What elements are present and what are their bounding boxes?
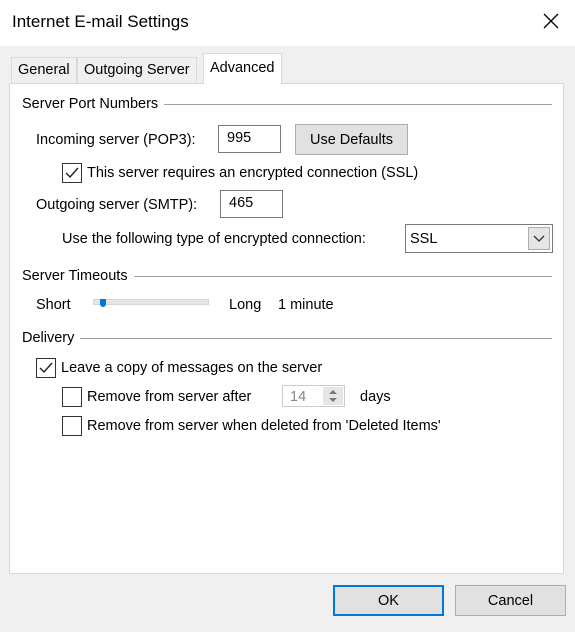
remove-deleted-label: Remove from server when deleted from 'De… (87, 418, 441, 434)
stepper-arrows-icon[interactable] (323, 387, 343, 405)
server-port-numbers-group: Server Port Numbers (22, 96, 552, 112)
remove-after-label: Remove from server after (87, 389, 252, 405)
outgoing-port-input[interactable]: 465 (220, 190, 283, 218)
server-timeouts-group: Server Timeouts (22, 268, 552, 284)
remove-after-checkbox[interactable] (62, 387, 82, 407)
chevron-down-icon[interactable] (528, 227, 550, 250)
leave-copy-checkbox[interactable] (36, 358, 56, 378)
remove-deleted-checkbox[interactable] (62, 416, 82, 436)
tab-advanced[interactable]: Advanced (203, 53, 282, 84)
long-label: Long (229, 297, 262, 313)
days-value: 14 (290, 389, 307, 405)
ok-button[interactable]: OK (333, 585, 444, 616)
encryption-type-select[interactable]: SSL (405, 224, 553, 253)
encryption-type-value: SSL (410, 231, 438, 247)
timeout-value: 1 minute (278, 297, 334, 313)
incoming-server-label: Incoming server (POP3): (36, 132, 196, 148)
ssl-checkbox-label: This server requires an encrypted connec… (87, 165, 419, 181)
advanced-panel (9, 83, 564, 574)
checkmark-icon (39, 362, 53, 374)
close-icon[interactable] (540, 8, 562, 34)
incoming-port-input[interactable]: 995 (218, 125, 281, 153)
timeout-slider[interactable] (93, 299, 209, 307)
use-defaults-button[interactable]: Use Defaults (295, 124, 408, 155)
delivery-group: Delivery (22, 330, 552, 346)
slider-thumb[interactable] (99, 299, 106, 307)
group-label: Server Port Numbers (22, 96, 159, 112)
group-label: Delivery (22, 330, 75, 346)
short-label: Short (36, 297, 71, 313)
leave-copy-label: Leave a copy of messages on the server (61, 360, 323, 376)
remove-after-days-stepper[interactable]: 14 (282, 385, 345, 407)
encryption-type-label: Use the following type of encrypted conn… (62, 231, 366, 247)
days-label: days (360, 389, 391, 405)
checkmark-icon (65, 167, 79, 179)
tab-outgoing-server[interactable]: Outgoing Server (77, 57, 197, 84)
ssl-checkbox[interactable] (62, 163, 82, 183)
group-label: Server Timeouts (22, 268, 128, 284)
cancel-button[interactable]: Cancel (455, 585, 566, 616)
window-title: Internet E-mail Settings (12, 12, 189, 31)
tab-general[interactable]: General (11, 57, 77, 84)
outgoing-server-label: Outgoing server (SMTP): (36, 197, 198, 213)
